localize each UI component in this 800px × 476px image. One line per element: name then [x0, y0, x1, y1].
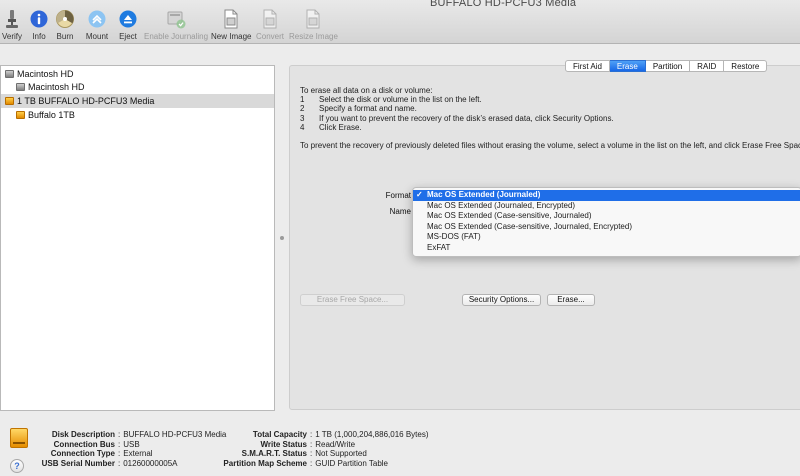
erase-button[interactable]: Erase... — [547, 294, 595, 306]
info-row: USB Serial Number:01260000005A — [41, 458, 178, 468]
security-options-button[interactable]: Security Options... — [462, 294, 541, 306]
sidebar-item-label: Macintosh HD — [17, 69, 74, 79]
enable-journaling-button[interactable]: Enable Journaling — [144, 8, 208, 41]
tab-restore[interactable]: Restore — [724, 60, 768, 72]
info-row: Write Status: Read/Write — [260, 439, 356, 449]
format-option-journaled-encrypted[interactable]: Mac OS Extended (Journaled, Encrypted) — [413, 201, 800, 212]
name-label: Name — [389, 207, 411, 216]
volume-icon — [16, 111, 25, 119]
tab-raid[interactable]: RAID — [690, 60, 725, 72]
hard-disk-icon — [5, 70, 14, 78]
verify-button[interactable]: Verify — [2, 8, 22, 41]
tab-bar: First Aid Erase Partition RAID Restore — [565, 60, 768, 72]
tab-first-aid[interactable]: First Aid — [565, 60, 610, 72]
info-button[interactable]: Info — [28, 8, 50, 41]
info-icon — [29, 8, 49, 30]
erase-free-space-button[interactable]: Erase Free Space... — [300, 294, 405, 306]
info-row: S.M.A.R.T. Status: Not Supported — [241, 449, 367, 458]
sidebar-item-macintosh-hd-volume[interactable]: Macintosh HD — [16, 80, 273, 94]
window-title: BUFFALO HD-PCFU3 Media — [430, 0, 577, 9]
help-button[interactable]: ? — [10, 459, 24, 473]
new-image-icon — [221, 8, 241, 30]
format-dropdown-menu[interactable]: ✓ Mac OS Extended (Journaled) Mac OS Ext… — [412, 187, 800, 257]
enable-journaling-label: Enable Journaling — [144, 32, 209, 41]
erase-instructions: To erase all data on a disk or volume: 1… — [300, 86, 614, 132]
convert-icon — [260, 8, 280, 30]
eject-button[interactable]: Eject — [117, 8, 139, 41]
mount-label: Mount — [85, 32, 109, 41]
sidebar-item-buffalo-disk[interactable]: 1 TB BUFFALO HD-PCFU3 Media — [1, 94, 274, 108]
resize-image-button[interactable]: Resize Image — [289, 8, 338, 41]
disk-info-left: Disk Description: BUFFALO HD-PCFU3 Media … — [30, 430, 227, 468]
external-disk-icon — [5, 97, 14, 105]
instructions-intro: To erase all data on a disk or volume: — [300, 86, 433, 95]
format-option-ms-dos-fat[interactable]: MS-DOS (FAT) — [413, 232, 800, 243]
instruction-step: 1 Select the disk or volume in the list o… — [300, 95, 482, 105]
resize-image-icon — [303, 8, 323, 30]
format-option-journaled[interactable]: ✓ Mac OS Extended (Journaled) — [413, 190, 800, 201]
tab-partition[interactable]: Partition — [645, 60, 691, 72]
info-row: Disk Description: BUFFALO HD-PCFU3 Media — [51, 430, 227, 439]
info-row: Total Capacity:1 TB (1,000,204,886,016 B… — [252, 430, 429, 439]
disk-list-sidebar[interactable]: Macintosh HD Macintosh HD 1 TB BUFFALO H… — [0, 65, 275, 411]
sidebar-item-label: 1 TB BUFFALO HD-PCFU3 Media — [17, 96, 155, 106]
external-disk-icon — [10, 428, 28, 448]
info-row: Connection Bus: USB — [53, 439, 140, 449]
mount-button[interactable]: Mount — [84, 8, 110, 41]
disk-info-right: Total Capacity:1 TB (1,000,204,886,016 B… — [218, 430, 429, 468]
new-image-label: New Image — [211, 32, 252, 41]
info-row: Connection Type: External — [50, 449, 153, 458]
verify-label: Verify — [2, 32, 23, 41]
tab-erase[interactable]: Erase — [609, 60, 646, 72]
sidebar-item-label: Buffalo 1TB — [28, 110, 75, 120]
info-row: Partition Map Scheme: GUID Partition Tabl… — [223, 458, 389, 468]
burn-icon — [55, 8, 75, 30]
instruction-step: 4 Click Erase. — [300, 122, 362, 132]
checkmark-icon: ✓ — [416, 190, 423, 199]
sidebar-item-label: Macintosh HD — [28, 82, 85, 92]
sidebar-item-macintosh-hd-disk[interactable]: Macintosh HD — [5, 67, 273, 81]
instruction-step: 2 Specify a format and name. — [300, 104, 417, 114]
mount-icon — [87, 8, 107, 30]
eject-label: Eject — [119, 32, 137, 41]
journaling-icon — [166, 8, 186, 30]
eject-icon — [118, 8, 138, 30]
format-label: Format — [385, 191, 411, 200]
format-option-case-sensitive-journaled[interactable]: Mac OS Extended (Case-sensitive, Journal… — [413, 211, 800, 222]
instruction-step: 3 If you want to prevent the recovery of … — [300, 113, 614, 123]
volume-icon — [16, 83, 25, 91]
convert-label: Convert — [255, 32, 284, 41]
erase-free-space-info: To prevent the recovery of previously de… — [300, 141, 800, 150]
burn-label: Burn — [56, 32, 74, 41]
format-option-case-sensitive-journaled-encrypted[interactable]: Mac OS Extended (Case-sensitive, Journal… — [413, 222, 800, 233]
new-image-button[interactable]: New Image — [211, 8, 251, 41]
microscope-icon — [2, 8, 22, 30]
resize-image-label: Resize Image — [289, 32, 338, 41]
sidebar-item-buffalo-volume[interactable]: Buffalo 1TB — [16, 108, 273, 122]
convert-button[interactable]: Convert — [255, 8, 285, 41]
toolbar: BUFFALO HD-PCFU3 Media Verify Info Burn … — [0, 0, 800, 44]
format-option-exfat[interactable]: ExFAT — [413, 243, 800, 254]
burn-button[interactable]: Burn — [53, 8, 77, 41]
info-label: Info — [32, 32, 46, 41]
splitter-handle[interactable] — [280, 236, 284, 240]
